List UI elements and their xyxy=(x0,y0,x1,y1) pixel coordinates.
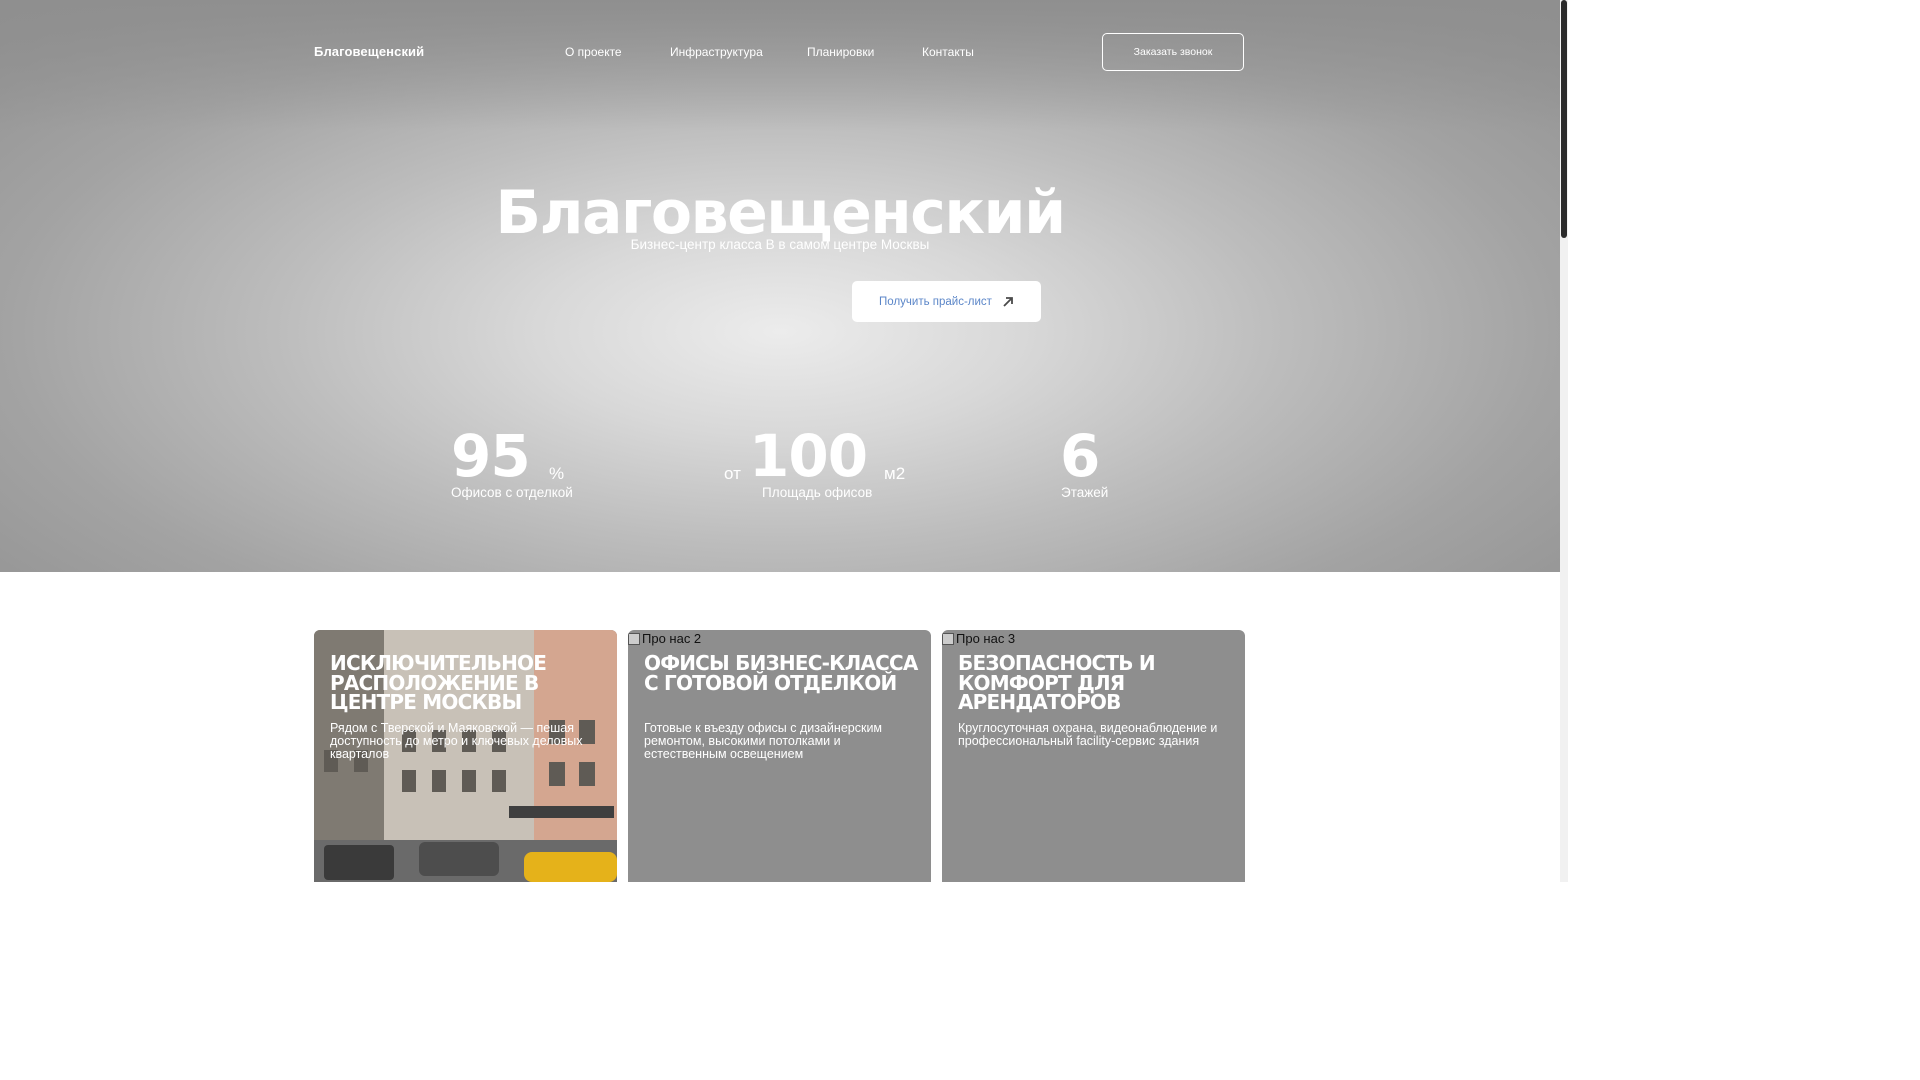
stat-value-floors: 6 xyxy=(1060,422,1100,490)
nav-link-infrastructure[interactable]: Инфраструктура xyxy=(670,45,763,59)
top-navigation: Благовещенский О проекте Инфраструктура … xyxy=(0,0,1560,104)
card-text-security: Круглосуточная охрана, видеонаблюдение и… xyxy=(958,721,1218,748)
arrow-up-right-icon xyxy=(1003,296,1013,307)
stat-value-finished-offices: 95 xyxy=(451,422,531,490)
image-alt-text: Про нас 3 xyxy=(956,631,1016,646)
nav-link-contacts[interactable]: Контакты xyxy=(922,45,974,59)
nav-link-about[interactable]: О проекте xyxy=(565,45,622,59)
feature-card-offices: Про нас 2 Офисы бизнес-класса с готовой … xyxy=(628,630,931,882)
stat-label-office-area: Площадь офисов xyxy=(762,485,873,500)
broken-image-about-2: Про нас 2 xyxy=(628,631,701,646)
broken-image-about-3: Про нас 3 xyxy=(942,631,1015,646)
card-title-offices: Офисы бизнес-класса с готовой отделкой xyxy=(644,651,918,695)
stat-label-floors: Этажей xyxy=(1061,485,1109,500)
get-price-list-button[interactable]: Получить прайс-лист xyxy=(852,281,1041,322)
card-text-offices: Готовые к въезду офисы с дизайнерским ре… xyxy=(644,721,883,761)
card-text-location: Рядом с Тверской и Маяковской — пешая до… xyxy=(330,721,583,761)
image-alt-text: Про нас 2 xyxy=(642,631,702,646)
order-call-button[interactable]: Заказать звонок xyxy=(1102,33,1244,71)
hero-subtitle: Бизнес-центр класса B в самом центре Мос… xyxy=(630,237,930,252)
site-logo[interactable]: Благовещенский xyxy=(314,44,424,59)
scrollbar-thumb[interactable] xyxy=(1561,0,1567,238)
card-title-security: Безопасность и комфорт для арендаторов xyxy=(958,651,1156,714)
stat-unit-sqm: м2 xyxy=(884,464,906,483)
broken-image-icon xyxy=(628,632,640,645)
nav-link-layouts[interactable]: Планировки xyxy=(807,45,874,59)
card-title-location: Исключительное расположение в центре Мос… xyxy=(330,651,547,714)
stat-label-finished-offices: Офисов с отделкой xyxy=(451,485,573,500)
stat-prefix-from: от xyxy=(724,464,741,483)
stat-value-office-area: 100 xyxy=(749,422,868,490)
feature-card-location: Исключительное расположение в центре Мос… xyxy=(314,630,617,882)
broken-image-icon xyxy=(942,632,954,645)
stat-unit-percent: % xyxy=(549,464,565,483)
feature-card-security: Про нас 3 Безопасность и комфорт для аре… xyxy=(942,630,1245,882)
price-button-label: Получить прайс-лист xyxy=(879,295,992,308)
